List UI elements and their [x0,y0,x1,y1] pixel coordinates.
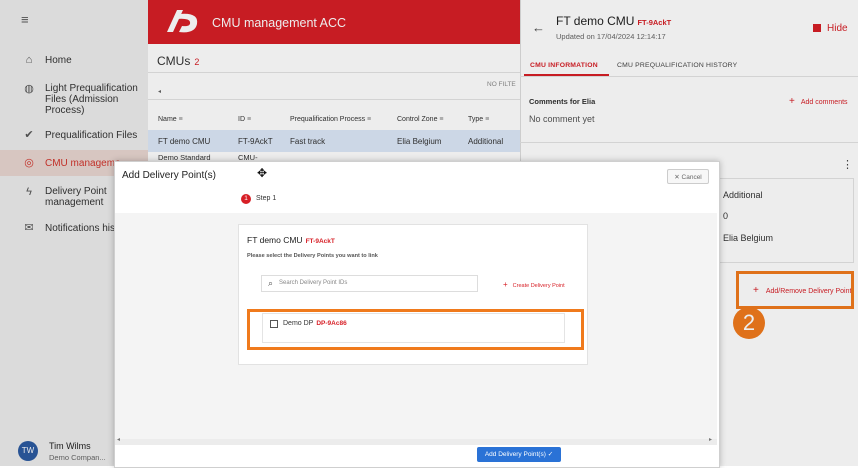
search-icon: ⌕ [268,278,274,288]
card-title: FT demo CMU FT-9AckT [247,235,335,245]
highlight-box [247,309,584,350]
create-delivery-point-button[interactable]: + Create Delivery Point [503,280,565,289]
search-placeholder: Search Delivery Point IDs [279,280,348,286]
move-cursor-icon: ✥ [257,166,268,180]
add-delivery-points-button[interactable]: Add Delivery Point(s) ✓ [477,447,561,462]
scroll-right-icon[interactable]: ▸ [709,436,712,443]
step-label: Step 1 [256,195,277,202]
instruction-text: Please select the Delivery Points you wa… [247,253,378,259]
card-cmu-id: FT-9AckT [305,238,335,245]
check-icon: ✓ [547,451,554,458]
cancel-button[interactable]: ✕ Cancel [667,169,709,184]
close-icon: ✕ [674,174,680,181]
step-indicator: 1 [241,194,251,204]
plus-icon: + [503,280,508,289]
modal-title: Add Delivery Point(s) [122,170,216,181]
horizontal-scrollbar[interactable] [115,439,717,445]
scroll-left-icon[interactable]: ◂ [117,436,120,443]
